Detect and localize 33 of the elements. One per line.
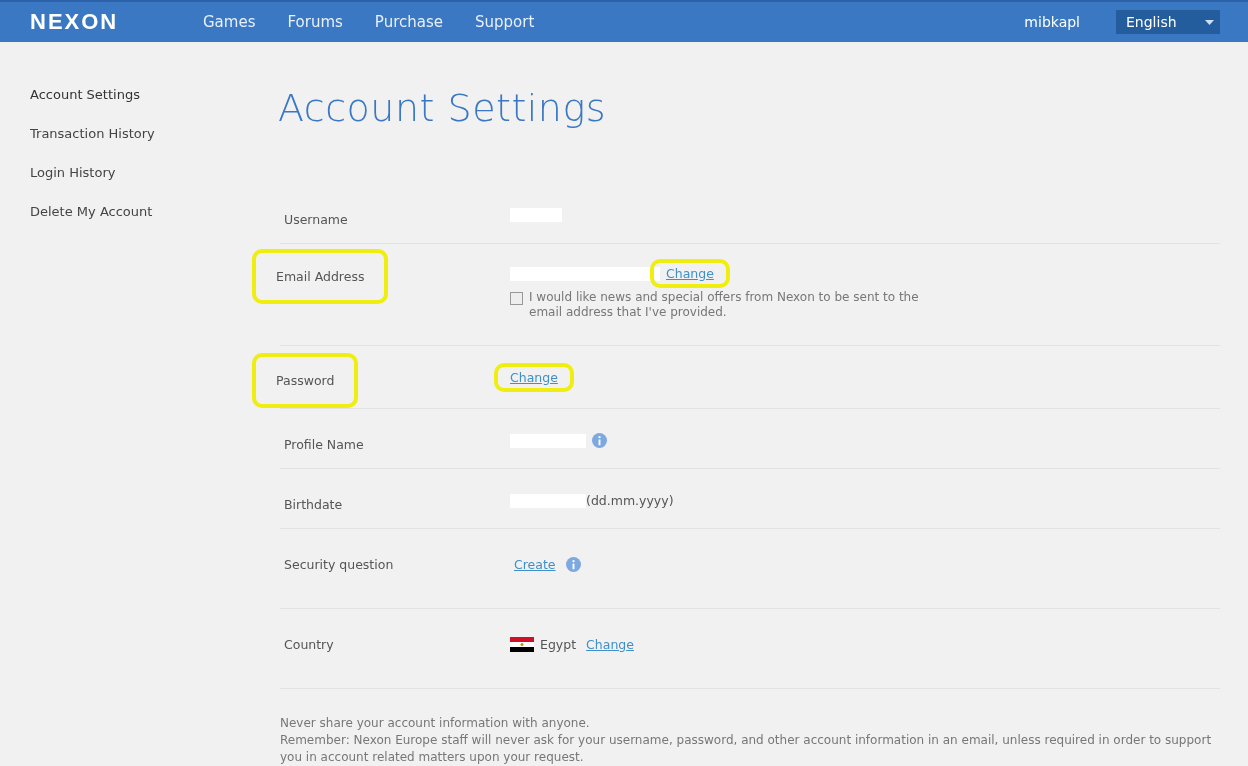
info-icon[interactable] [565, 557, 581, 572]
flag-icon [510, 637, 534, 652]
field-label: Username [283, 211, 349, 229]
field-label: Password [252, 353, 359, 408]
nav-link[interactable]: Purchase [374, 13, 443, 31]
username[interactable]: mibkapl [1024, 14, 1080, 30]
field-label: Email Address [252, 249, 389, 304]
page-title: Account Settings [278, 86, 608, 130]
nav-link[interactable]: Games [203, 13, 256, 31]
nav-link[interactable]: Forums [287, 13, 343, 31]
notice-text: Remember: Nexon Europe staff will never ask for your username, password, and other account information in an email, unless required in order to support you in account related matters upon your request. [280, 732, 1213, 766]
checkbox[interactable] [510, 292, 523, 305]
info-icon[interactable] [592, 433, 607, 448]
date-format-hint: (dd.mm.yyyy) [586, 493, 674, 508]
field-label: Profile Name [283, 436, 365, 454]
change-link[interactable]: Change [494, 363, 574, 392]
field-label: Country [283, 636, 335, 654]
notice-text: Never share your account information with anyone. [280, 715, 591, 732]
change-link[interactable]: Create [510, 553, 560, 576]
change-link[interactable]: Change [650, 259, 730, 288]
consent-text: I would like news and special offers from Nexon to be sent to the email address that I've provided. [529, 290, 920, 320]
nav-link[interactable]: Support [475, 13, 535, 31]
change-link[interactable]: Change [582, 633, 638, 656]
caret-icon [1205, 19, 1214, 25]
sidebar-item[interactable]: Delete My Account [30, 202, 250, 222]
country-name: Egypt [540, 637, 577, 652]
logo[interactable]: NEXON [30, 9, 203, 35]
field-label: Security question [283, 556, 395, 574]
field-label: Birthdate [283, 496, 344, 514]
sidebar-item[interactable]: Login History [30, 163, 250, 183]
language-dropdown[interactable]: English [1116, 10, 1220, 34]
sidebar-item[interactable]: Account Settings [30, 85, 250, 105]
sidebar-item[interactable]: Transaction History [30, 124, 250, 144]
